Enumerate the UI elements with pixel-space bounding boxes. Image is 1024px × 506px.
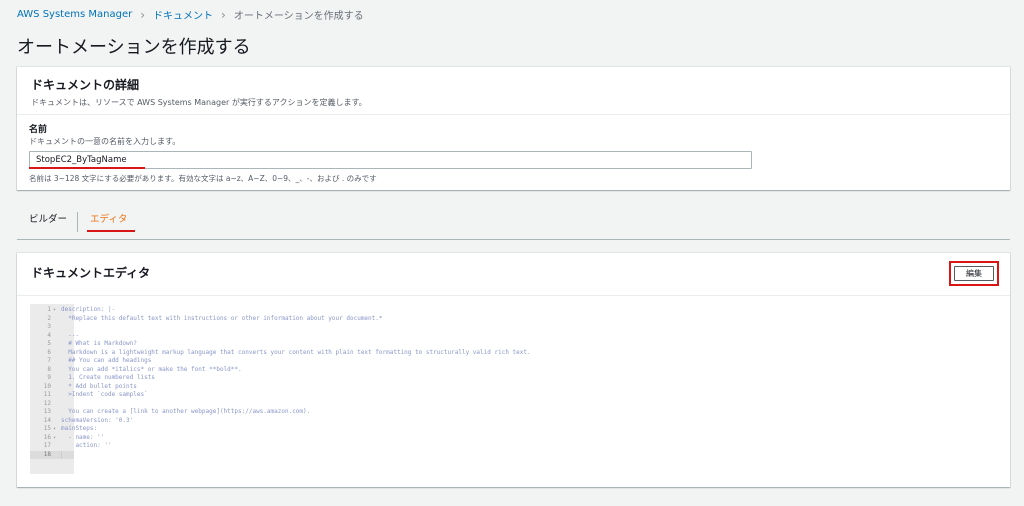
name-highlight-underline: [29, 167, 145, 169]
fold-toggle-icon[interactable]: ▾: [53, 434, 56, 443]
code-line: 10 * Add bullet points: [30, 383, 995, 392]
code-line: 12: [30, 400, 995, 409]
line-number: 5: [47, 340, 51, 347]
details-title: ドキュメントの詳細: [31, 78, 140, 92]
line-number: 7: [47, 357, 51, 364]
code-line: 13 You can create a [link to another web…: [30, 408, 995, 417]
breadcrumb-link-systems-manager[interactable]: AWS Systems Manager: [17, 9, 132, 20]
breadcrumb: AWS Systems Manager › ドキュメント › オートメーションを…: [17, 7, 364, 23]
line-number: 8: [47, 365, 51, 373]
code-line: 15 ▾ mainSteps:: [30, 425, 995, 434]
code-text: action: '': [61, 442, 112, 449]
line-number: 17: [43, 442, 51, 449]
code-text: # What is Markdown?: [61, 340, 137, 347]
line-number: 6: [47, 348, 51, 356]
editor-header: ドキュメントエディタ 編集: [17, 253, 1010, 296]
code-text: Markdown is a lightweight markup languag…: [61, 348, 531, 356]
details-header: ドキュメントの詳細 ドキュメントは、リソースで AWS Systems Mana…: [17, 67, 1010, 115]
document-editor-panel: ドキュメントエディタ 編集 1 ▾ description: |- 2 *Replac…: [17, 253, 1010, 487]
code-line: 1 ▾ description: |-: [30, 306, 995, 315]
code-text: You can create a [link to another webpag…: [61, 408, 311, 415]
code-line: 14 schemaVersion: '0.3': [30, 417, 995, 426]
code-line: 17 action: '': [30, 442, 995, 451]
code-line: 2 *Replace this default text with instru…: [30, 315, 995, 324]
line-number: 15: [43, 425, 51, 432]
fold-toggle-icon[interactable]: ▾: [53, 306, 56, 315]
code-text: * Add bullet points: [61, 382, 137, 390]
code-text: mainSteps:: [61, 425, 98, 432]
code-text: schemaVersion: '0.3': [61, 416, 134, 424]
code-text: description: |-: [61, 306, 116, 313]
page-title: オートメーションを作成する: [17, 37, 251, 58]
editor-title: ドキュメントエディタ: [31, 266, 151, 280]
text-cursor: [61, 451, 62, 459]
details-description: ドキュメントは、リソースで AWS Systems Manager が実行するア…: [31, 98, 367, 107]
code-line: 16 ▾ - name: '': [30, 434, 995, 443]
tab-bar: ビルダー エディタ: [17, 207, 1010, 240]
name-field-group: 名前 ドキュメントの一意の名前を入力します。 名前は 3~128 文字にする必要…: [17, 115, 1010, 192]
code-text: ## You can add headings: [61, 357, 152, 364]
name-label: 名前: [29, 125, 48, 135]
line-number: 2: [47, 314, 51, 322]
chevron-right-icon: ›: [140, 7, 146, 22]
code-line: 5 # What is Markdown?: [30, 340, 995, 349]
breadcrumb-link-documents[interactable]: ドキュメント: [153, 7, 213, 22]
code-line: 11 >Indent `code samples`: [30, 391, 995, 400]
breadcrumb-current: オートメーションを作成する: [233, 11, 364, 22]
edit-button[interactable]: 編集: [954, 266, 994, 281]
code-line: 9 1. Create numbered lists: [30, 374, 995, 383]
code-line: 8 You can add *italics* or make the font…: [30, 366, 995, 375]
name-description: ドキュメントの一意の名前を入力します。: [29, 137, 181, 146]
code-line: 6 Markdown is a lightweight markup langu…: [30, 349, 995, 358]
tab-builder[interactable]: ビルダー: [29, 207, 67, 237]
line-number: 3: [47, 323, 51, 330]
line-number: 11: [43, 391, 51, 398]
chevron-right-icon: ›: [221, 7, 226, 22]
line-number: 4: [47, 331, 51, 339]
tab-editor-active-indicator: [87, 230, 135, 232]
line-number: 12: [43, 399, 51, 407]
name-constraint-hint: 名前は 3~128 文字にする必要があります。有効な文字は a~z、A~Z、0~…: [29, 174, 377, 183]
line-number: 18: [43, 450, 51, 458]
tab-editor[interactable]: エディタ: [90, 207, 127, 237]
code-editor[interactable]: 1 ▾ description: |- 2 *Replace this default…: [30, 304, 995, 474]
code-text: >Indent `code samples`: [61, 391, 148, 398]
code-text: - name: '': [61, 433, 105, 441]
code-text: ---: [61, 331, 80, 339]
code-line: 7 ## You can add headings: [30, 357, 995, 366]
code-line: 18: [30, 451, 995, 460]
line-number: 16: [43, 433, 51, 441]
code-text: You can add *italics* or make the font *…: [61, 365, 242, 373]
fold-toggle-icon[interactable]: ▾: [53, 425, 56, 434]
code-text: *Replace this default text with instruct…: [61, 314, 383, 322]
code-line: 4 ---: [30, 332, 995, 341]
line-number: 10: [43, 382, 51, 390]
code-text: 1. Create numbered lists: [61, 374, 155, 381]
line-number: 9: [47, 374, 51, 381]
edit-button-highlight: 編集: [949, 261, 999, 286]
document-details-panel: ドキュメントの詳細 ドキュメントは、リソースで AWS Systems Mana…: [17, 67, 1010, 190]
code-line: 3: [30, 323, 995, 332]
line-number: 14: [43, 416, 51, 424]
tab-divider: [77, 212, 78, 232]
line-number: 13: [43, 408, 51, 415]
line-number: 1: [47, 306, 51, 313]
